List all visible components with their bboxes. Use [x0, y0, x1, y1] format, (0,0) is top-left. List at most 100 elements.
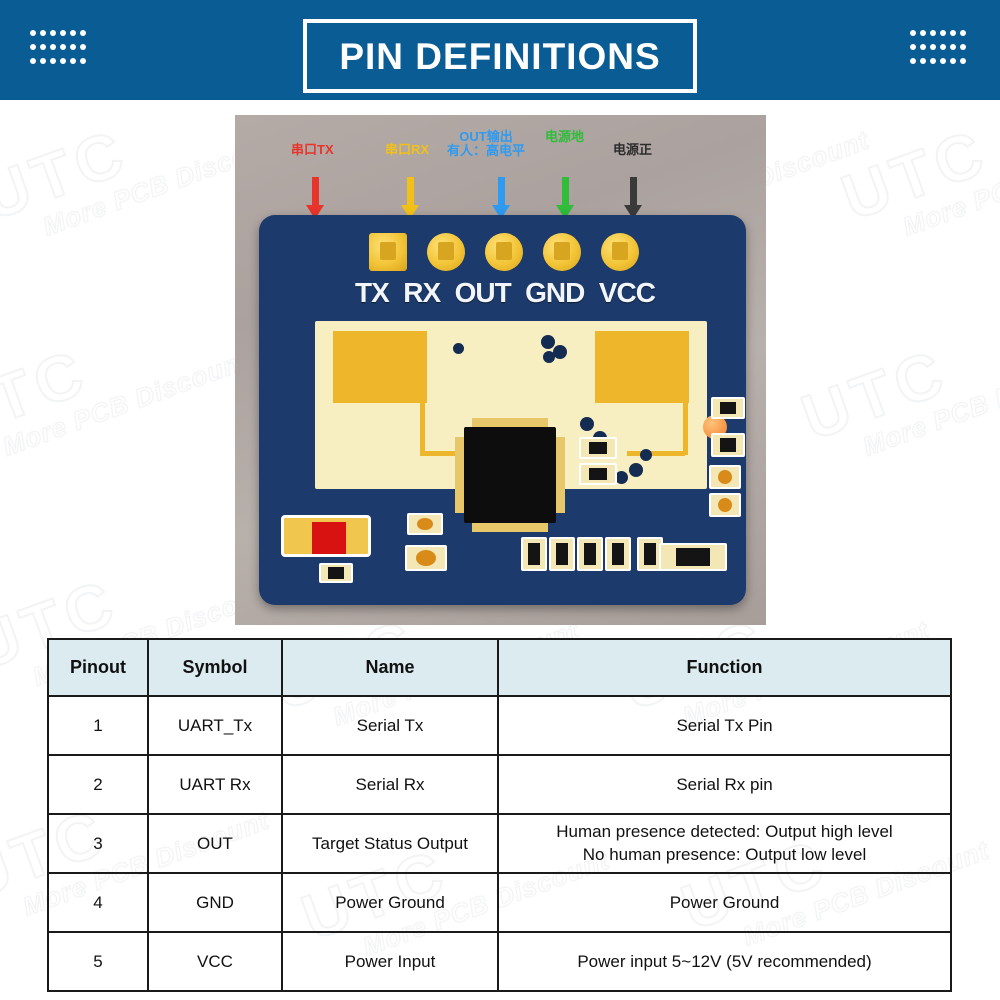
- cell-function: Power Ground: [497, 872, 952, 933]
- dot: [940, 58, 946, 64]
- smd-component: [711, 397, 745, 419]
- dot: [50, 30, 56, 36]
- pcb-photo: 串口TX 串口RX OUT输出 有人：高电平 电源地 电源正 TX RX OUT…: [235, 115, 766, 625]
- dot: [910, 44, 916, 50]
- radar-mcu-chip: [455, 418, 565, 532]
- smd-component: [579, 437, 617, 459]
- via-hole: [543, 351, 555, 363]
- column-header-symbol: Symbol: [147, 638, 283, 697]
- antenna-feed-left: [420, 387, 425, 455]
- dot: [920, 44, 926, 50]
- antenna-patch-left: [333, 331, 427, 403]
- dot: [960, 30, 966, 36]
- pin-definitions-page: UTCMore PCB Discount UTCMore PCB Discoun…: [0, 0, 1000, 1000]
- smd-component: [709, 493, 741, 517]
- pcb-board: TX RX OUT GND VCC: [259, 215, 746, 605]
- antenna-trace-right: [627, 451, 685, 456]
- silkscreen-pin-gnd: GND: [525, 277, 585, 308]
- table-row: 4 GND Power Ground Power Ground: [47, 872, 952, 933]
- column-header-name: Name: [281, 638, 499, 697]
- dot: [50, 44, 56, 50]
- smd-component: [659, 543, 727, 571]
- cell-function: Human presence detected: Output high lev…: [497, 813, 952, 874]
- title-box: PIN DEFINITIONS: [303, 19, 697, 93]
- cell-pinout: 4: [47, 872, 149, 933]
- cell-symbol: OUT: [147, 813, 283, 874]
- dot: [960, 58, 966, 64]
- page-title: PIN DEFINITIONS: [339, 35, 661, 77]
- dot: [40, 44, 46, 50]
- via-hole: [640, 449, 652, 461]
- cell-symbol: UART Rx: [147, 754, 283, 815]
- dot: [60, 44, 66, 50]
- smd-component: [319, 563, 353, 583]
- cell-function: Serial Tx Pin: [497, 695, 952, 756]
- table-header-row: Pinout Symbol Name Function: [47, 638, 952, 697]
- table-row: 1 UART_Tx Serial Tx Serial Tx Pin: [47, 695, 952, 756]
- dot: [40, 30, 46, 36]
- silkscreen-pin-labels: TX RX OUT GND VCC: [355, 277, 656, 309]
- page-header: PIN DEFINITIONS: [0, 0, 1000, 100]
- silkscreen-pin-out: OUT: [454, 277, 512, 308]
- dot: [60, 30, 66, 36]
- pin-pad-out: [485, 233, 523, 271]
- dot: [70, 44, 76, 50]
- callout-serial-rx: 串口RX: [385, 142, 430, 157]
- dot: [80, 44, 86, 50]
- watermark-brand: UTC: [0, 334, 99, 455]
- dot: [920, 30, 926, 36]
- via-hole: [580, 417, 594, 431]
- dot: [30, 30, 36, 36]
- cell-pinout: 2: [47, 754, 149, 815]
- table-row: 2 UART Rx Serial Rx Serial Rx pin: [47, 754, 952, 815]
- silkscreen-pin-vcc: VCC: [598, 277, 656, 308]
- dot: [950, 30, 956, 36]
- dot: [80, 30, 86, 36]
- cell-symbol: VCC: [147, 931, 283, 992]
- cell-pinout: 5: [47, 931, 149, 992]
- smd-component: [405, 545, 447, 571]
- smd-component: [407, 513, 443, 535]
- smd-component: [521, 537, 547, 571]
- cell-name: Power Ground: [281, 872, 499, 933]
- table-row: 3 OUT Target Status Output Human presenc…: [47, 813, 952, 874]
- callout-labels: 串口TX 串口RX OUT输出 有人：高电平 电源地 电源正: [235, 119, 766, 181]
- via-hole: [629, 463, 643, 477]
- dot: [930, 30, 936, 36]
- smd-component: [709, 465, 741, 489]
- cell-symbol: UART_Tx: [147, 695, 283, 756]
- dot: [910, 58, 916, 64]
- callout-out-line1: OUT输出: [459, 129, 513, 144]
- dot: [60, 58, 66, 64]
- cell-pinout: 3: [47, 813, 149, 874]
- smd-component: [579, 463, 617, 485]
- pin-pad-row: [369, 233, 639, 271]
- cell-function: Power input 5~12V (5V recommended): [497, 931, 952, 992]
- cell-name: Serial Rx: [281, 754, 499, 815]
- cell-function-line2: No human presence: Output low level: [582, 844, 867, 864]
- led-indicator: [281, 515, 371, 557]
- via-hole: [453, 343, 464, 354]
- antenna-feed-right: [683, 387, 688, 455]
- cell-function: Serial Rx pin: [497, 754, 952, 815]
- watermark-brand: UTC: [792, 334, 959, 455]
- silkscreen-pin-tx: TX: [355, 277, 390, 308]
- dot: [950, 44, 956, 50]
- pin-pad-vcc: [601, 233, 639, 271]
- dot: [70, 30, 76, 36]
- cell-name: Serial Tx: [281, 695, 499, 756]
- dot: [920, 58, 926, 64]
- via-hole: [541, 335, 555, 349]
- dot: [940, 44, 946, 50]
- callout-out-output: OUT输出 有人：高电平: [447, 129, 525, 158]
- watermark-tagline: More PCB Discount: [0, 344, 254, 462]
- dot-grid-right-icon: [910, 30, 970, 72]
- dot: [940, 30, 946, 36]
- pin-definition-table: Pinout Symbol Name Function 1 UART_Tx Se…: [47, 638, 952, 992]
- pin-pad-tx: [369, 233, 407, 271]
- smd-component: [577, 537, 603, 571]
- dot: [930, 44, 936, 50]
- via-hole: [553, 345, 567, 359]
- smd-component: [605, 537, 631, 571]
- led-chip: [312, 522, 346, 554]
